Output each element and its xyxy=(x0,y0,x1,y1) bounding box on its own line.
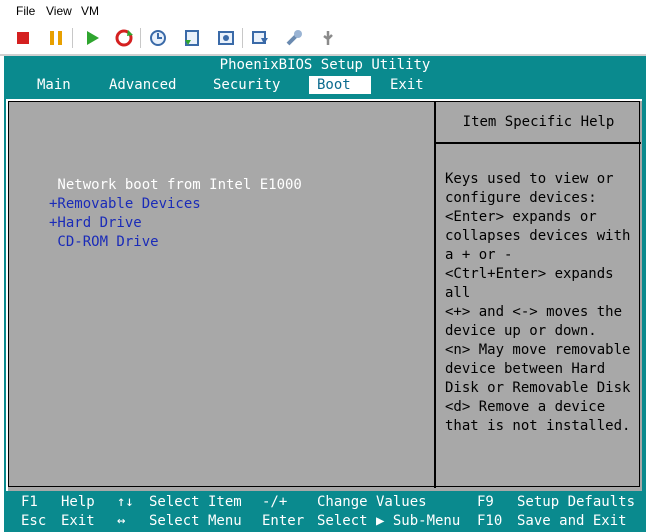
menu-view[interactable]: View xyxy=(46,4,72,18)
host-menubar: File View VM xyxy=(0,0,646,22)
boot-item-removable[interactable]: +Removable Devices xyxy=(49,196,201,212)
key-f10: F10 xyxy=(477,513,503,529)
help-line: <+> and <-> moves the xyxy=(445,304,623,320)
key-help-label: Help xyxy=(61,494,95,510)
key-f9: F9 xyxy=(477,494,494,510)
bios-title: PhoenixBIOS Setup Utility xyxy=(219,57,431,73)
help-line: device between Hard xyxy=(445,361,606,377)
help-line: <Ctrl+Enter> expands xyxy=(445,266,614,282)
key-exit-label: Exit xyxy=(61,513,95,529)
host-toolbar xyxy=(0,22,646,54)
send-keys-icon[interactable] xyxy=(248,26,272,50)
settings-icon[interactable] xyxy=(282,26,306,50)
boot-item-network[interactable]: Network boot from Intel E1000 xyxy=(49,177,301,193)
bios-tab-bar: Main Advanced Security Boot Exit xyxy=(4,75,646,94)
tab-advanced[interactable]: Advanced xyxy=(109,76,176,94)
manage-snapshots-icon[interactable] xyxy=(214,26,238,50)
tab-security[interactable]: Security xyxy=(213,76,280,94)
help-line: that is not installed. xyxy=(445,418,631,434)
menu-vm[interactable]: VM xyxy=(81,4,99,18)
help-line: all xyxy=(445,285,471,301)
tab-main[interactable]: Main xyxy=(37,76,71,94)
key-leftright: ↔ xyxy=(117,513,126,529)
key-setup-defaults: Setup Defaults xyxy=(517,494,636,510)
key-enter: Enter xyxy=(262,513,305,529)
help-line: <d> Remove a device xyxy=(445,399,606,415)
key-legend: F1 Help ↑↓ Select Item -/+ Change Values… xyxy=(4,492,646,532)
tab-boot[interactable]: Boot xyxy=(309,76,371,94)
key-minus-plus: -/+ xyxy=(262,494,288,510)
stop-icon[interactable] xyxy=(11,26,35,50)
help-line: a + or - xyxy=(445,247,513,263)
key-updown: ↑↓ xyxy=(117,494,134,510)
help-line: Disk or Removable Disk xyxy=(445,380,631,396)
help-line: <n> May move removable xyxy=(445,342,631,358)
reset-icon[interactable] xyxy=(112,26,136,50)
snapshot-icon[interactable] xyxy=(146,26,170,50)
help-line: Keys used to view or xyxy=(445,171,614,187)
key-change-values: Change Values xyxy=(317,494,427,510)
boot-item-hard-drive[interactable]: +Hard Drive xyxy=(49,215,142,231)
key-select-menu: Select Menu xyxy=(149,513,242,529)
help-line: configure devices: xyxy=(445,190,597,206)
key-f1: F1 xyxy=(21,494,38,510)
revert-icon[interactable] xyxy=(180,26,204,50)
key-save-exit: Save and Exit xyxy=(517,513,627,529)
bios-screen: PhoenixBIOS Setup Utility Main Advanced … xyxy=(4,56,646,532)
boot-item-cdrom[interactable]: CD-ROM Drive xyxy=(49,234,158,250)
help-text: Keys used to view or configure devices: … xyxy=(445,170,635,436)
key-esc: Esc xyxy=(21,513,47,529)
pause-icon[interactable] xyxy=(44,26,68,50)
help-line: <Enter> expands or xyxy=(445,209,597,225)
help-title: Item Specific Help xyxy=(462,114,615,130)
boot-panel: Network boot from Intel E1000 +Removable… xyxy=(6,99,642,491)
menu-file[interactable]: File xyxy=(16,4,35,18)
usb-icon[interactable] xyxy=(316,26,340,50)
help-line: collapses devices with xyxy=(445,228,631,244)
key-select-item: Select Item xyxy=(149,494,242,510)
key-select-submenu: Select ▶ Sub-Menu xyxy=(317,513,461,529)
play-icon[interactable] xyxy=(80,26,104,50)
tab-exit[interactable]: Exit xyxy=(390,76,424,94)
help-line: device up or down. xyxy=(445,323,597,339)
